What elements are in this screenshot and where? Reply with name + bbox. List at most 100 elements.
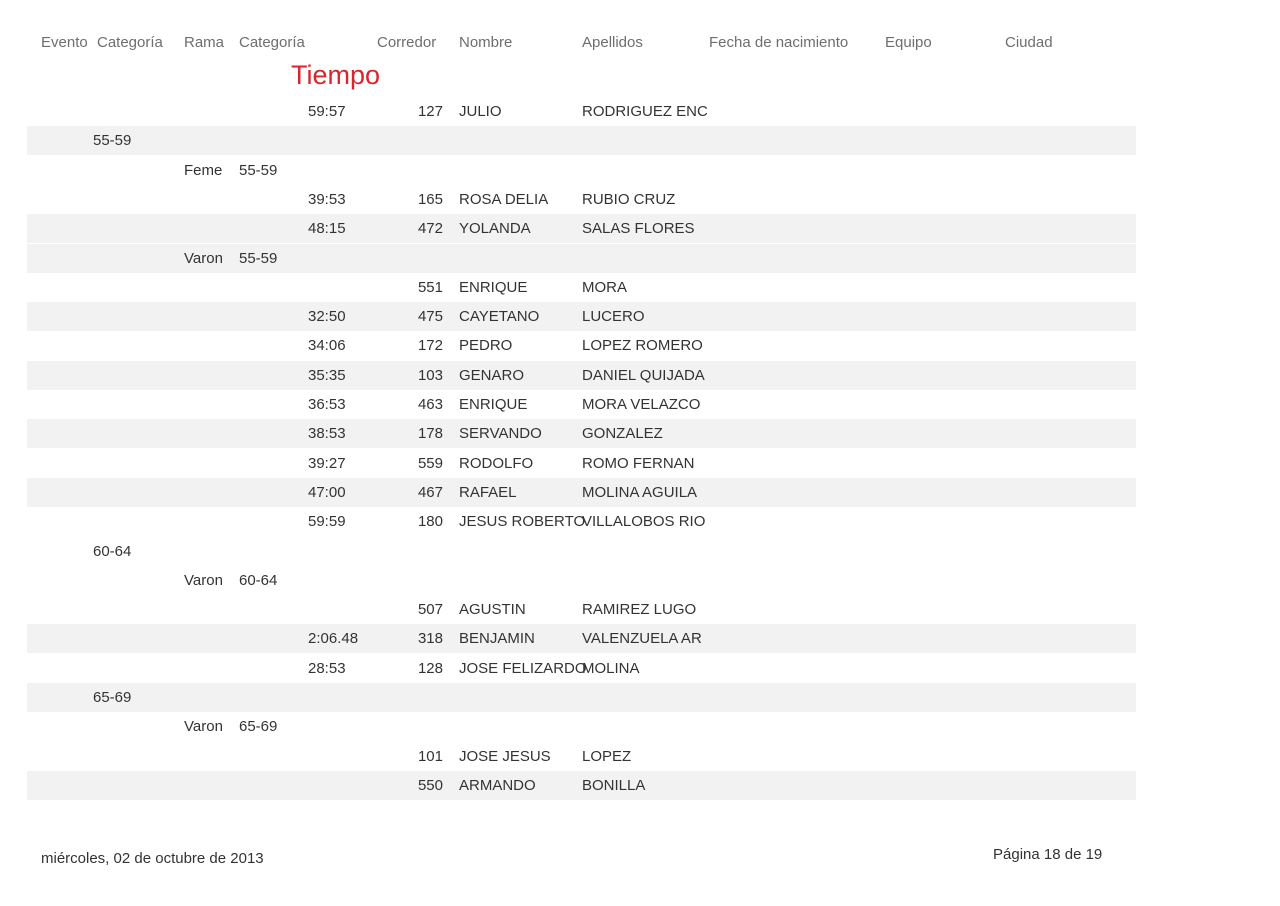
table-row: 32:50 475 CAYETANO LUCERO	[27, 302, 1136, 332]
table-row: 36:53 463 ENRIQUE MORA VELAZCO	[27, 390, 1136, 419]
row-apellidos: LUCERO	[582, 308, 645, 326]
row-nombre: ARMANDO	[459, 776, 536, 794]
table-row: 47:00 467 RAFAEL MOLINA AGUILA	[27, 477, 1136, 507]
table-row: 550 ARMANDO BONILLA	[27, 770, 1136, 800]
row-apellidos: MOLINA	[582, 659, 640, 677]
table-row: 2:06.48 318 BENJAMIN VALENZUELA AR	[27, 624, 1136, 654]
row-corredor-number: 180	[417, 513, 443, 531]
header-corredor: Corredor	[377, 34, 437, 51]
header-nombre: Nombre	[459, 34, 513, 51]
row-apellidos: VILLALOBOS RIO	[582, 513, 706, 531]
row-corredor-number: 507	[417, 601, 443, 619]
table-row: 28:53 128 JOSE FELIZARDO MOLINA	[27, 654, 1136, 683]
row-categoria-2: 55-59	[239, 161, 278, 179]
row-tiempo: 28:53	[308, 659, 346, 677]
table-row: 39:27 559 RODOLFO ROMO FERNAN	[27, 449, 1136, 478]
row-corredor-number: 127	[417, 103, 443, 120]
table-row: Varon 55-59	[27, 243, 1136, 273]
header-ciudad: Ciudad	[1005, 34, 1053, 51]
row-corredor-number: 318	[417, 630, 443, 648]
row-rama: Varon	[184, 718, 223, 736]
row-apellidos: LOPEZ	[582, 747, 632, 765]
row-nombre: PEDRO	[459, 337, 513, 355]
row-apellidos: VALENZUELA AR	[582, 630, 702, 648]
row-nombre: GENARO	[459, 366, 525, 384]
row-corredor-number: 472	[417, 220, 443, 238]
table-row: 65-69	[27, 683, 1136, 712]
row-nombre: CAYETANO	[459, 308, 540, 326]
row-apellidos: RAMIREZ LUGO	[582, 601, 697, 619]
row-tiempo: 39:27	[308, 454, 346, 472]
row-nombre: YOLANDA	[459, 220, 531, 238]
row-corredor-number: 178	[417, 425, 443, 443]
row-categoria-2: 65-69	[239, 718, 278, 736]
row-corredor-number: 559	[417, 454, 443, 472]
row-nombre: ROSA DELIA	[459, 190, 549, 208]
table-row: Feme 55-59	[27, 156, 1136, 185]
row-tiempo: 35:35	[308, 366, 346, 384]
row-nombre: BENJAMIN	[459, 630, 535, 648]
row-tiempo: 47:00	[308, 483, 346, 501]
row-apellidos: DANIEL QUIJADA	[582, 366, 705, 384]
row-corredor-number: 165	[417, 190, 443, 208]
row-nombre: RAFAEL	[459, 483, 517, 501]
table-row: 59:57 127 JULIO RODRIGUEZ ENC	[27, 97, 1136, 126]
row-tiempo: 36:53	[308, 396, 346, 413]
header-tiempo: Tiempo	[291, 60, 381, 90]
row-corredor-number: 551	[417, 278, 443, 296]
row-tiempo: 32:50	[308, 308, 346, 326]
row-tiempo: 2:06.48	[308, 630, 359, 648]
row-tiempo: 38:53	[308, 425, 346, 443]
row-apellidos: ROMO FERNAN	[582, 454, 695, 472]
footer-date: miércoles, 02 de octubre de 2013	[41, 850, 264, 867]
row-rama: Feme	[184, 161, 223, 179]
row-corredor-number: 172	[417, 337, 443, 355]
table-row: 35:35 103 GENARO DANIEL QUIJADA	[27, 360, 1136, 390]
row-apellidos: MOLINA AGUILA	[582, 483, 698, 501]
footer-page-number: Página 18 de 19	[993, 846, 1103, 863]
table-row: 59:59 180 JESUS ROBERTO VILLALOBOS RIO	[27, 507, 1136, 536]
header-evento: Evento	[41, 34, 88, 51]
row-tiempo: 34:06	[308, 337, 346, 355]
table-row: 38:53 178 SERVANDO GONZALEZ	[27, 419, 1136, 449]
row-categoria-2: 60-64	[239, 571, 278, 589]
row-corredor-number: 103	[417, 366, 443, 384]
row-corredor-number: 128	[417, 659, 443, 677]
row-nombre: ENRIQUE	[459, 396, 528, 413]
table-row: 60-64	[27, 537, 1136, 566]
row-apellidos: RODRIGUEZ ENC	[582, 103, 708, 120]
row-tiempo: 59:59	[308, 513, 346, 531]
row-nombre: JESUS ROBERTO	[459, 513, 586, 531]
row-apellidos: GONZALEZ	[582, 425, 663, 443]
row-tiempo: 59:57	[308, 103, 346, 120]
header-categoria: Categoría	[97, 34, 163, 51]
row-corredor-number: 550	[417, 776, 443, 794]
header-equipo: Equipo	[885, 34, 932, 51]
row-apellidos: MORA VELAZCO	[582, 396, 701, 413]
table-row: Varon 65-69	[27, 712, 1136, 741]
row-nombre: JOSE FELIZARDO	[459, 659, 587, 677]
table-row: 55-59	[27, 126, 1136, 156]
table-row: 48:15 472 YOLANDA SALAS FLORES	[27, 214, 1136, 244]
row-categoria: 55-59	[93, 132, 132, 150]
row-categoria: 60-64	[93, 542, 132, 560]
row-tiempo: 48:15	[308, 220, 346, 238]
row-nombre: JULIO	[459, 103, 502, 120]
header-categoria-2: Categoría	[239, 34, 305, 51]
row-apellidos: SALAS FLORES	[582, 220, 695, 238]
row-categoria: 65-69	[93, 689, 132, 706]
table-row: 551 ENRIQUE MORA	[27, 273, 1136, 302]
row-nombre: RODOLFO	[459, 454, 534, 472]
row-corredor-number: 475	[417, 308, 443, 326]
row-nombre: SERVANDO	[459, 425, 542, 443]
row-nombre: ENRIQUE	[459, 278, 528, 296]
table-row: 34:06 172 PEDRO LOPEZ ROMERO	[27, 331, 1136, 360]
row-apellidos: LOPEZ ROMERO	[582, 337, 703, 355]
header-apellidos: Apellidos	[582, 34, 643, 51]
header-fecha-nacimiento: Fecha de nacimiento	[709, 34, 849, 51]
header-rama: Rama	[184, 34, 225, 51]
table-row: 101 JOSE JESUS LOPEZ	[27, 742, 1136, 771]
row-corredor-number: 101	[417, 747, 443, 765]
table-row: 507 AGUSTIN RAMIREZ LUGO	[27, 595, 1136, 624]
row-corredor-number: 467	[417, 483, 443, 501]
